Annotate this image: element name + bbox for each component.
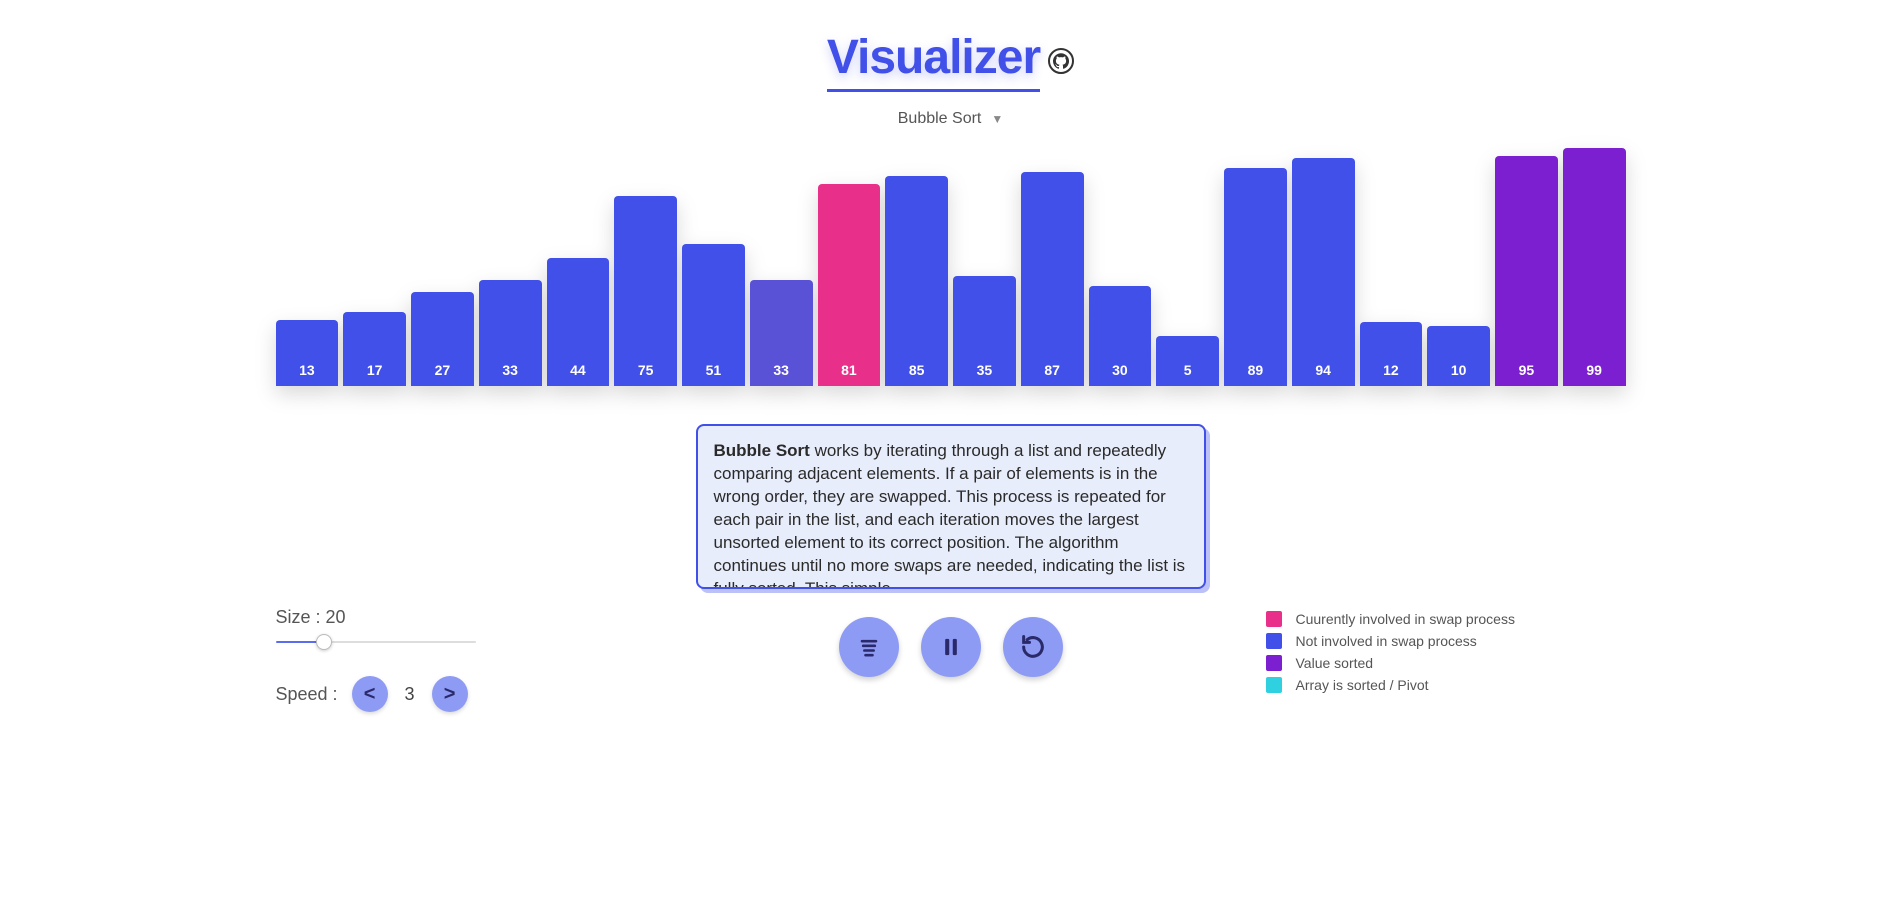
bar-value: 5 bbox=[1184, 362, 1192, 378]
bar-value: 10 bbox=[1451, 362, 1467, 378]
legend: Cuurently involved in swap process Not in… bbox=[1266, 611, 1626, 699]
bar-value: 12 bbox=[1383, 362, 1399, 378]
algorithm-select-label: Bubble Sort bbox=[898, 110, 982, 128]
legend-row: Not involved in swap process bbox=[1266, 633, 1626, 649]
slider-track-line bbox=[276, 641, 476, 643]
chart-bar: 30 bbox=[1089, 286, 1152, 386]
legend-swatch bbox=[1266, 633, 1282, 649]
algorithm-name: Bubble Sort bbox=[714, 441, 810, 460]
bar-value: 51 bbox=[706, 362, 722, 378]
chart-bar: 17 bbox=[343, 312, 406, 386]
legend-row: Cuurently involved in swap process bbox=[1266, 611, 1626, 627]
github-mark-icon bbox=[1053, 53, 1069, 69]
bar-value: 30 bbox=[1112, 362, 1128, 378]
legend-label: Cuurently involved in swap process bbox=[1296, 611, 1515, 627]
bar-value: 87 bbox=[1044, 362, 1060, 378]
shuffle-button[interactable] bbox=[839, 617, 899, 677]
pause-icon bbox=[937, 633, 965, 661]
algorithm-text: works by iterating through a list and re… bbox=[714, 441, 1186, 589]
bar-value: 75 bbox=[638, 362, 654, 378]
chart-bar: 95 bbox=[1495, 156, 1558, 386]
size-label: Size : 20 bbox=[276, 607, 636, 628]
chart-bar: 33 bbox=[750, 280, 813, 386]
slider-thumb[interactable] bbox=[316, 634, 332, 650]
chart-bar: 94 bbox=[1292, 158, 1355, 386]
algorithm-select[interactable]: Bubble Sort ▼ bbox=[827, 110, 1074, 128]
chart-bar: 81 bbox=[818, 184, 881, 386]
bar-value: 33 bbox=[773, 362, 789, 378]
bar-value: 81 bbox=[841, 362, 857, 378]
legend-row: Value sorted bbox=[1266, 655, 1626, 671]
chart-bar: 13 bbox=[276, 320, 339, 386]
chevron-down-icon: ▼ bbox=[991, 112, 1003, 126]
speed-increment-button[interactable]: > bbox=[432, 676, 468, 712]
size-slider[interactable] bbox=[276, 632, 476, 652]
bar-value: 85 bbox=[909, 362, 925, 378]
chart-bar: 33 bbox=[479, 280, 542, 386]
chart-bar: 5 bbox=[1156, 336, 1219, 386]
chart-bar: 85 bbox=[885, 176, 948, 386]
bar-value: 13 bbox=[299, 362, 315, 378]
chart-bar: 10 bbox=[1427, 326, 1490, 386]
chart-bar: 75 bbox=[614, 196, 677, 386]
legend-swatch bbox=[1266, 655, 1282, 671]
chart-bar: 89 bbox=[1224, 168, 1287, 386]
github-icon[interactable] bbox=[1048, 48, 1074, 74]
legend-label: Not involved in swap process bbox=[1296, 633, 1477, 649]
bar-value: 44 bbox=[570, 362, 586, 378]
bars-icon bbox=[855, 633, 883, 661]
legend-label: Value sorted bbox=[1296, 655, 1374, 671]
reset-button[interactable] bbox=[1003, 617, 1063, 677]
speed-decrement-button[interactable]: < bbox=[352, 676, 388, 712]
bar-value: 95 bbox=[1519, 362, 1535, 378]
chart-bar: 35 bbox=[953, 276, 1016, 386]
chart-bar: 27 bbox=[411, 292, 474, 386]
legend-swatch bbox=[1266, 611, 1282, 627]
legend-label: Array is sorted / Pivot bbox=[1296, 677, 1429, 693]
chart-bar: 87 bbox=[1021, 172, 1084, 386]
bar-value: 33 bbox=[502, 362, 518, 378]
chart-bar: 99 bbox=[1563, 148, 1626, 386]
legend-row: Array is sorted / Pivot bbox=[1266, 677, 1626, 693]
bar-value: 17 bbox=[367, 362, 383, 378]
reset-icon bbox=[1019, 633, 1047, 661]
bar-chart: 13 17 27 33 44 75 51 33 81 85 35 87 30 5 89 94 12 10 95 99 bbox=[276, 146, 1626, 386]
algorithm-description: Bubble Sort works by iterating through a… bbox=[696, 424, 1206, 589]
bar-value: 89 bbox=[1248, 362, 1264, 378]
bar-value: 35 bbox=[977, 362, 993, 378]
page-title: Visualizer bbox=[827, 30, 1040, 92]
pause-button[interactable] bbox=[921, 617, 981, 677]
speed-value: 3 bbox=[402, 684, 418, 705]
bar-value: 27 bbox=[435, 362, 451, 378]
bar-value: 99 bbox=[1586, 362, 1602, 378]
chart-bar: 12 bbox=[1360, 322, 1423, 386]
speed-label: Speed : bbox=[276, 684, 338, 705]
legend-swatch bbox=[1266, 677, 1282, 693]
chart-bar: 51 bbox=[682, 244, 745, 386]
chart-bar: 44 bbox=[547, 258, 610, 386]
bar-value: 94 bbox=[1315, 362, 1331, 378]
